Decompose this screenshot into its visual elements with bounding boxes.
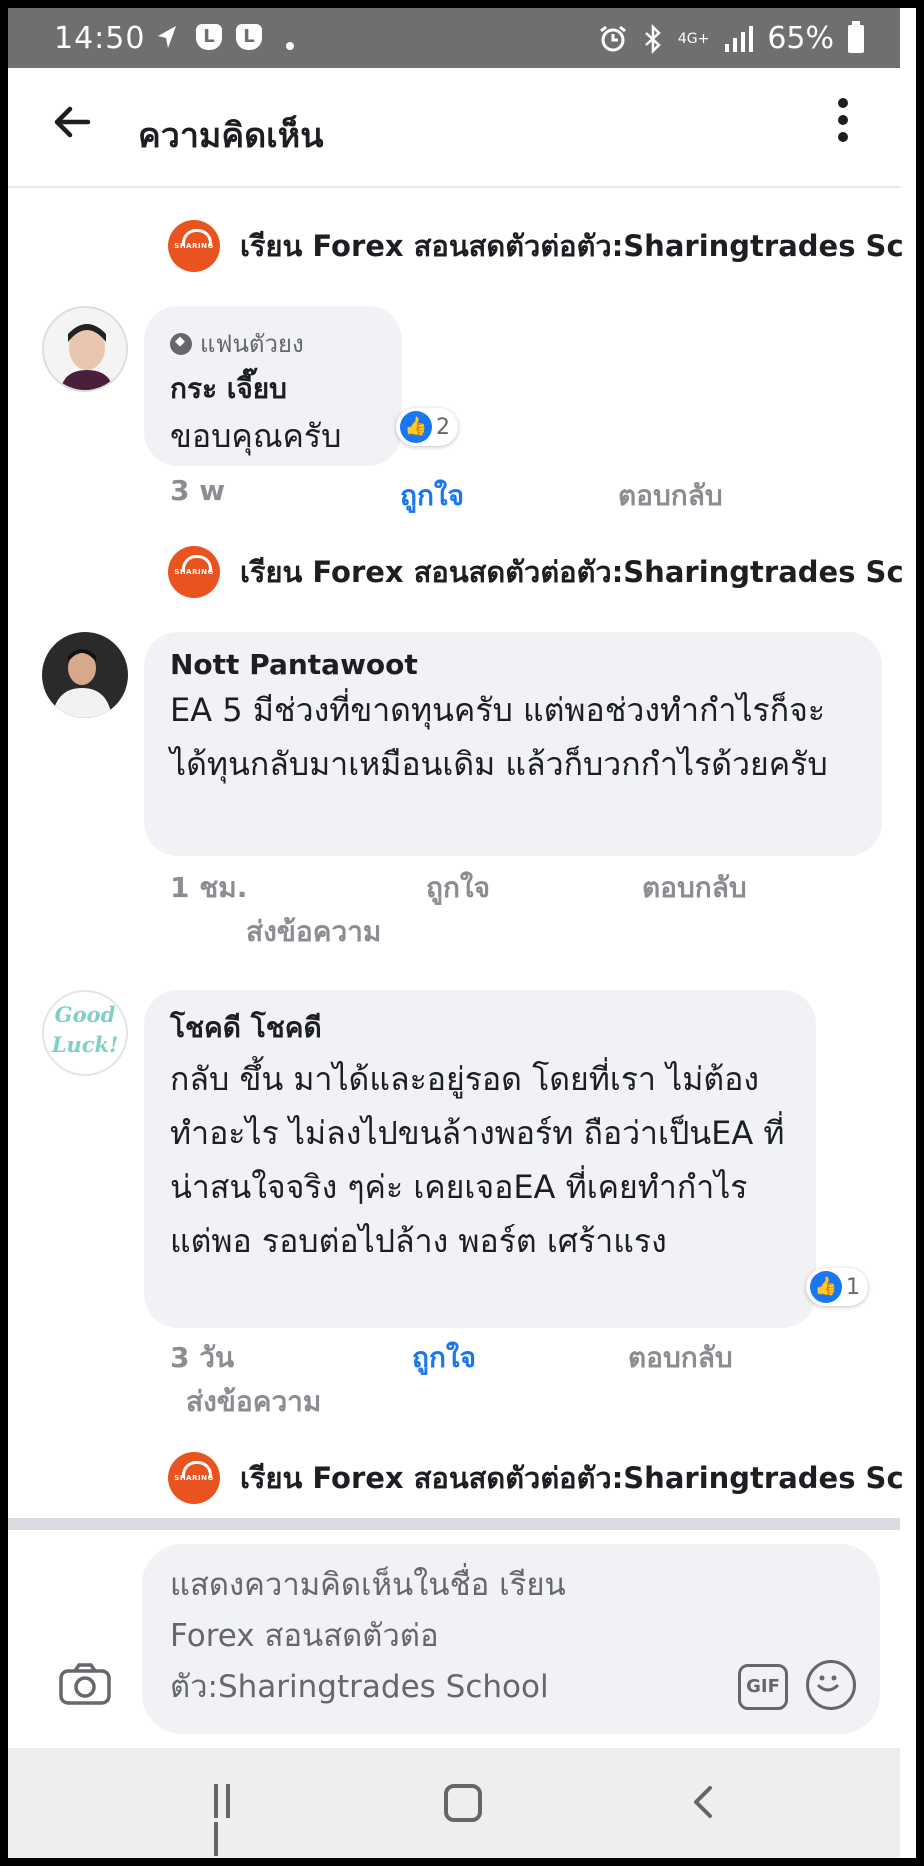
reaction-count[interactable]: 👍 2 xyxy=(396,408,458,446)
more-options-icon[interactable] xyxy=(828,98,858,148)
system-nav-bar xyxy=(8,1748,900,1858)
network-type: 4G+ xyxy=(677,30,710,47)
app-header: ความคิดเห็น xyxy=(8,68,900,188)
like-button[interactable]: ถูกใจ xyxy=(400,474,464,518)
badge-l-icon: L xyxy=(236,24,262,50)
page-title: ความคิดเห็น xyxy=(138,116,324,156)
page-logo[interactable]: SHARING xyxy=(168,220,220,272)
comment-text: ขอบคุณครับ xyxy=(170,417,342,455)
comment-composer: แสดงความคิดเห็นในชื่อ เรียน Forex สอนสดต… xyxy=(8,1530,900,1748)
reaction-count[interactable]: 👍 1 xyxy=(806,1268,868,1306)
comment-author[interactable]: กระ เจี๊ยบ xyxy=(170,367,376,411)
comment-input-placeholder: แสดงความคิดเห็นในชื่อ เรียน Forex สอนสดต… xyxy=(170,1567,566,1705)
reply-button[interactable]: ตอบกลับ xyxy=(642,866,747,910)
page-name[interactable]: เรียน Forex สอนสดตัวต่อตัว:Sharingtrades… xyxy=(240,223,904,269)
comment-bubble: แฟนตัวยง กระ เจี๊ยบ ขอบคุณครับ xyxy=(144,306,402,466)
comment-author[interactable]: โชคดี โชคดี xyxy=(170,1006,790,1050)
avatar[interactable]: Good Luck! xyxy=(42,990,128,1076)
home-icon[interactable] xyxy=(444,1784,482,1822)
bluetooth-icon xyxy=(644,23,661,54)
battery-icon xyxy=(848,20,864,53)
signal-icon xyxy=(725,25,754,52)
send-message-button[interactable]: ส่งข้อความ xyxy=(246,910,381,954)
comment-time: 1 ชม. xyxy=(170,871,248,904)
recent-apps-icon[interactable] xyxy=(214,1784,248,1856)
gif-button[interactable]: GIF xyxy=(738,1664,788,1710)
alarm-icon xyxy=(599,25,626,51)
page-name[interactable]: เรียน Forex สอนสดตัวต่อตัว:Sharingtrades… xyxy=(240,1455,904,1501)
badge-l-icon: L xyxy=(196,24,222,50)
page-logo[interactable]: SHARING xyxy=(168,1452,220,1504)
location-icon xyxy=(158,26,176,48)
avatar[interactable] xyxy=(42,632,128,718)
send-message-button[interactable]: ส่งข้อความ xyxy=(186,1380,321,1424)
emoji-icon[interactable] xyxy=(806,1660,856,1710)
comment-input[interactable]: แสดงความคิดเห็นในชื่อ เรียน Forex สอนสดต… xyxy=(142,1544,880,1734)
composer-divider xyxy=(8,1518,900,1530)
comment-time: 3 w xyxy=(170,474,226,507)
avatar[interactable] xyxy=(42,306,128,392)
system-back-icon[interactable] xyxy=(688,1782,718,1822)
page-author-row[interactable]: SHARING เรียน Forex สอนสดตัวต่อตัว:Shari… xyxy=(168,220,904,272)
comment-time: 3 วัน xyxy=(170,1341,235,1374)
comment-bubble: Nott Pantawoot EA 5 มีช่วงที่ขาดทุนครับ … xyxy=(144,632,882,856)
thumbs-up-icon: 👍 xyxy=(400,411,432,443)
reply-button[interactable]: ตอบกลับ xyxy=(618,474,723,518)
reply-button[interactable]: ตอบกลับ xyxy=(628,1336,733,1380)
comment-text: กลับ ขึ้น มาได้และอยู่รอด โดยที่เรา ไม่ต… xyxy=(170,1060,785,1260)
page-logo[interactable]: SHARING xyxy=(168,546,220,598)
page-author-row[interactable]: SHARING เรียน Forex สอนสดตัวต่อตัว:Shari… xyxy=(168,1452,904,1504)
status-time: 14:50 xyxy=(54,21,146,56)
page-author-row[interactable]: SHARING เรียน Forex สอนสดตัวต่อตัว:Shari… xyxy=(168,546,904,598)
like-button[interactable]: ถูกใจ xyxy=(412,1336,476,1380)
page-name[interactable]: เรียน Forex สอนสดตัวต่อตัว:Sharingtrades… xyxy=(240,549,904,595)
notification-dot-icon xyxy=(286,42,294,50)
thumbs-up-icon: 👍 xyxy=(810,1271,842,1303)
back-arrow-icon[interactable] xyxy=(52,102,92,142)
battery-percent: 65% xyxy=(767,21,834,56)
like-button[interactable]: ถูกใจ xyxy=(426,866,490,910)
comment-author[interactable]: Nott Pantawoot xyxy=(170,648,856,681)
diamond-icon xyxy=(170,332,192,355)
comment-bubble: โชคดี โชคดี กลับ ขึ้น มาได้และอยู่รอด โด… xyxy=(144,990,816,1328)
status-bar: 14:50 L L 4G+ 65% xyxy=(8,8,900,68)
comment-text: EA 5 มีช่วงที่ขาดทุนครับ แต่พอช่วงทำกำไร… xyxy=(170,691,828,783)
top-fan-badge: แฟนตัวยง xyxy=(170,324,376,363)
camera-icon[interactable] xyxy=(58,1662,112,1706)
